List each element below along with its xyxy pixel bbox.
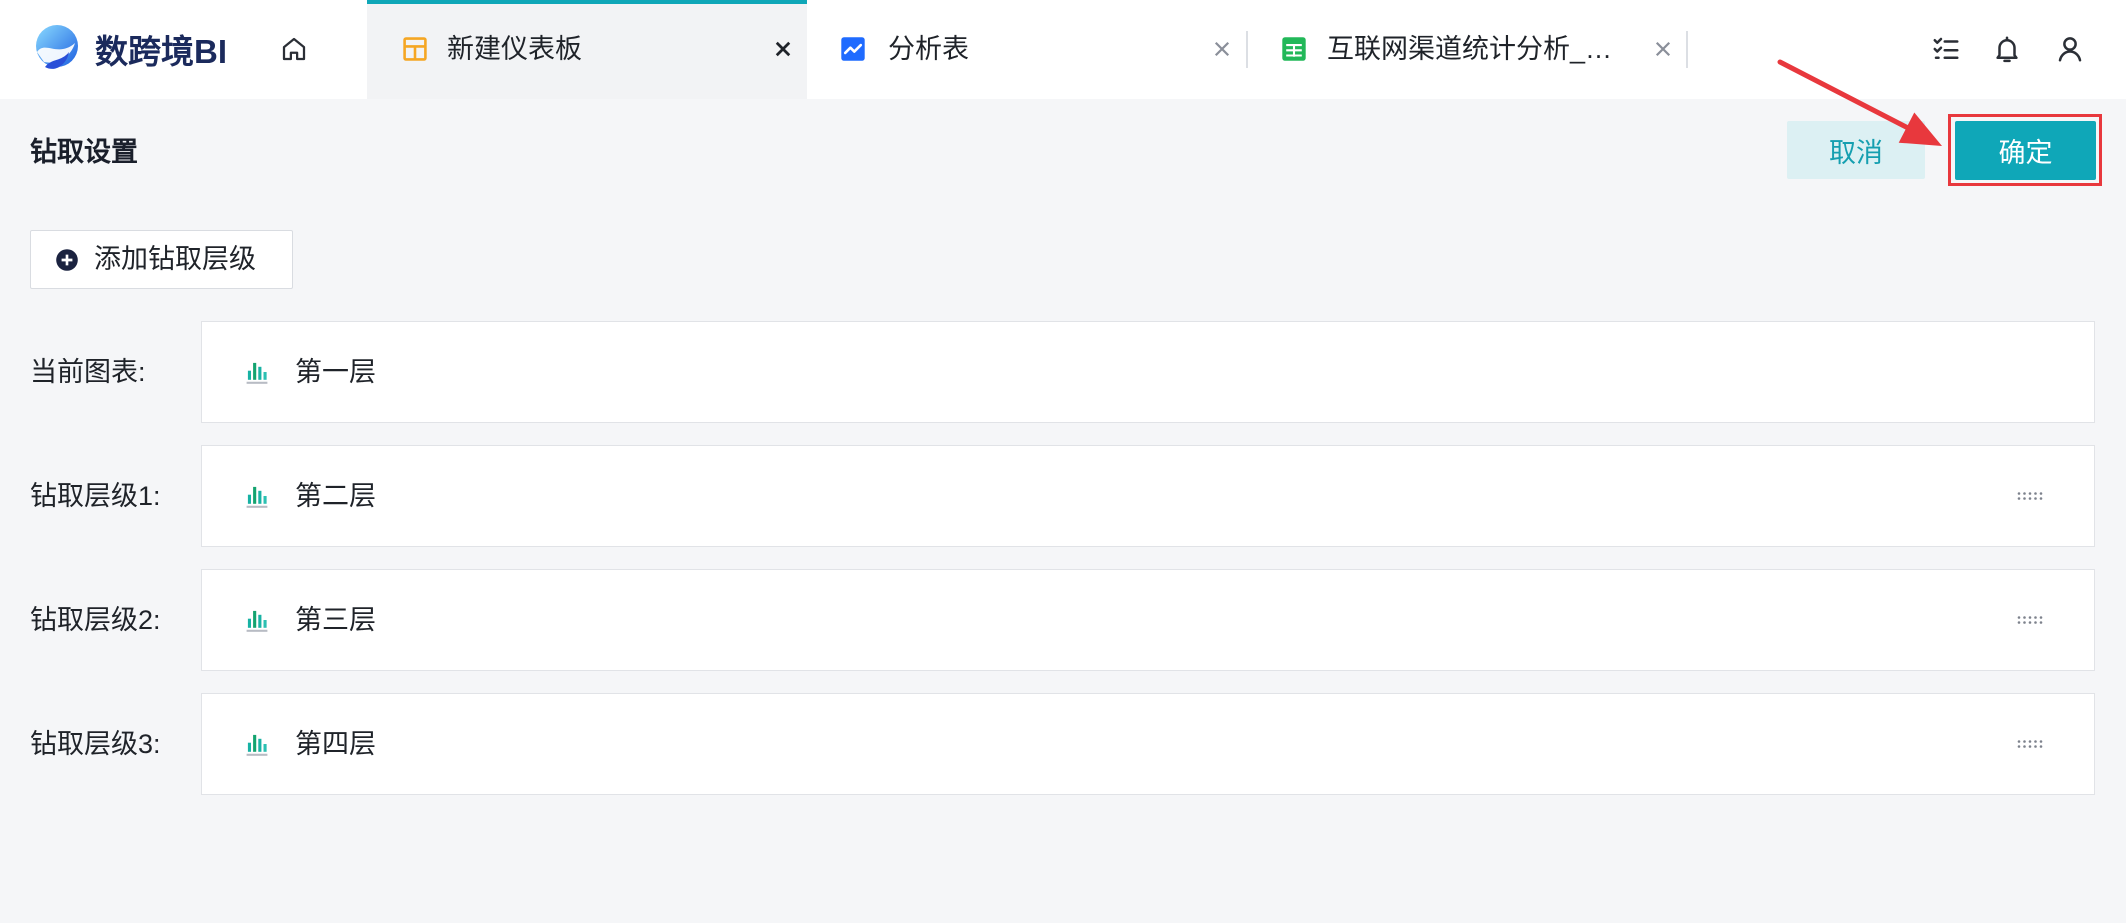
page-title: 钻取设置: [30, 137, 138, 167]
confirm-button[interactable]: 确定: [1955, 121, 2096, 180]
top-bar: 数跨境BI 新建仪表板 分析表 互联网渠道统计分析_…: [0, 0, 2126, 99]
drag-handle-icon[interactable]: [2017, 491, 2043, 501]
bar-chart-icon: [244, 731, 270, 757]
brand-name: 数跨境BI: [95, 33, 227, 70]
task-list-icon: [1933, 37, 1959, 59]
level-chart-name: 第一层: [295, 357, 376, 387]
tab-label: 互联网渠道统计分析_…: [1327, 34, 1613, 64]
level-label: 钻取层级1:: [30, 481, 161, 511]
bar-chart-icon: [244, 359, 270, 385]
home-icon: [282, 37, 306, 61]
level-chart-card[interactable]: 第一层: [201, 321, 2095, 423]
tab-label: 分析表: [888, 34, 969, 64]
user-icon: [2058, 37, 2082, 62]
bell-icon: [1996, 36, 2018, 63]
drag-handle-icon[interactable]: [2017, 739, 2043, 749]
level-chart-name: 第三层: [295, 605, 376, 635]
level-chart-name: 第二层: [295, 481, 376, 511]
home-button[interactable]: [279, 34, 309, 64]
close-icon[interactable]: [1653, 39, 1673, 59]
close-icon[interactable]: [1212, 39, 1232, 59]
active-tab-indicator: [367, 0, 807, 4]
close-icon[interactable]: [773, 39, 793, 59]
tab-channel-analysis[interactable]: 互联网渠道统计分析_…: [1247, 0, 1687, 99]
drill-level-row: 钻取层级1: 第二层: [0, 445, 2126, 547]
task-list-button[interactable]: [1931, 34, 1961, 64]
level-chart-card[interactable]: 第三层: [201, 569, 2095, 671]
analysis-chart-icon: [840, 36, 866, 62]
drag-handle-icon[interactable]: [2017, 615, 2043, 625]
cancel-button[interactable]: 取消: [1787, 121, 1925, 179]
add-drill-level-label: 添加钻取层级: [94, 244, 256, 274]
tab-label: 新建仪表板: [447, 34, 582, 64]
plus-circle-icon: [55, 248, 79, 272]
notifications-button[interactable]: [1992, 34, 2022, 64]
level-chart-card[interactable]: 第二层: [201, 445, 2095, 547]
user-profile-button[interactable]: [2055, 34, 2085, 64]
bar-chart-icon: [244, 607, 270, 633]
drill-level-row: 钻取层级3: 第四层: [0, 693, 2126, 795]
brand-logo[interactable]: 数跨境BI: [30, 22, 227, 76]
level-label: 当前图表:: [30, 357, 146, 387]
tab-new-dashboard[interactable]: 新建仪表板: [367, 0, 807, 99]
tab-analysis[interactable]: 分析表: [807, 0, 1247, 99]
drill-level-row: 当前图表: 第一层: [0, 321, 2126, 423]
tab-divider: [1686, 31, 1688, 68]
level-label: 钻取层级3:: [30, 729, 161, 759]
drill-level-row: 钻取层级2: 第三层: [0, 569, 2126, 671]
level-label: 钻取层级2:: [30, 605, 161, 635]
brand-logo-icon: [36, 25, 78, 69]
level-chart-card[interactable]: 第四层: [201, 693, 2095, 795]
add-drill-level-button[interactable]: 添加钻取层级: [30, 230, 293, 289]
bar-chart-icon: [244, 483, 270, 509]
table-sheet-icon: [1281, 36, 1307, 62]
dashboard-icon: [402, 36, 428, 62]
level-chart-name: 第四层: [295, 729, 376, 759]
